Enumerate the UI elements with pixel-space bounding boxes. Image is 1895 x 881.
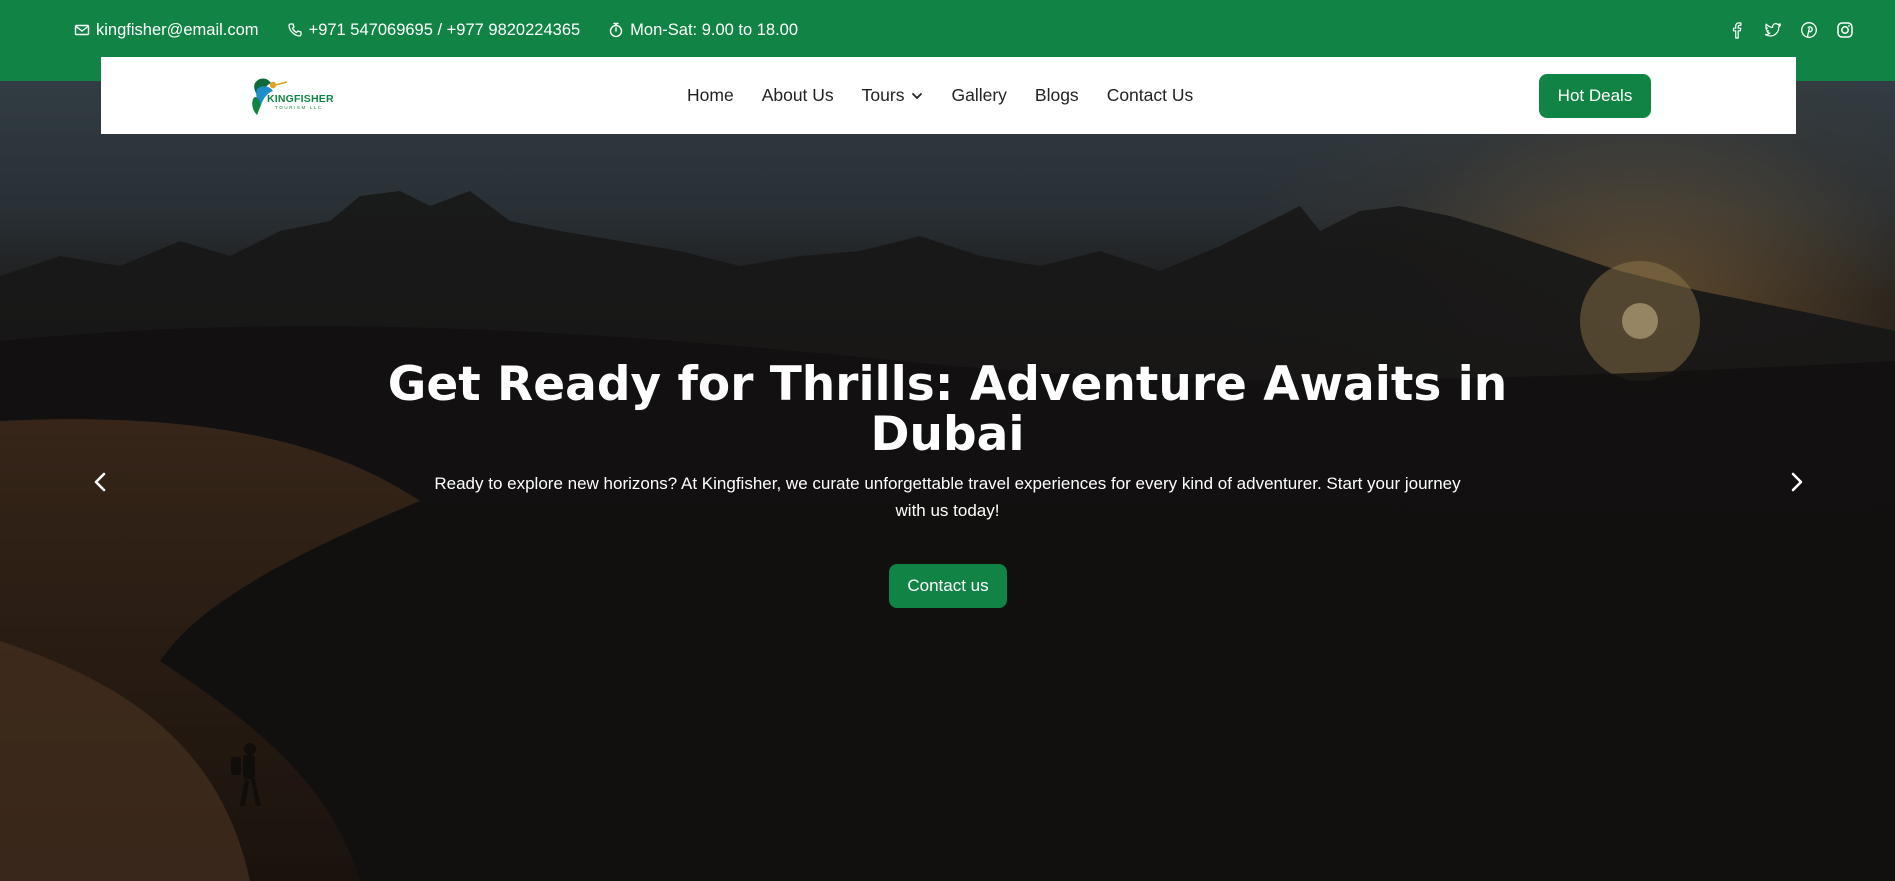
mail-icon — [74, 22, 90, 38]
hours-text: Mon-Sat: 9.00 to 18.00 — [630, 20, 799, 39]
hero-title: Get Ready for Thrills: Adventure Awaits … — [387, 357, 1508, 462]
main-header: KINGFISHER TOURISM LLC Home About Us Tou… — [101, 57, 1796, 134]
contact-us-button[interactable]: Contact us — [889, 564, 1007, 608]
social-links — [1711, 20, 1855, 40]
logo-tagline: TOURISM LLC — [275, 105, 323, 110]
kingfisher-logo[interactable]: KINGFISHER TOURISM LLC — [243, 71, 334, 119]
chevron-left-icon — [94, 472, 106, 492]
contact-info: kingfisher@email.com +971 547069695 / +9… — [74, 19, 826, 41]
hero-slider: Get Ready for Thrills: Adventure Awaits … — [0, 81, 1895, 881]
nav-contact-us[interactable]: Contact Us — [1107, 85, 1194, 106]
instagram-icon[interactable] — [1835, 20, 1855, 40]
logo-wordmark: KINGFISHER — [267, 93, 334, 105]
hours-info: Mon-Sat: 9.00 to 18.00 — [608, 21, 798, 40]
hero-subtitle: Ready to explore new horizons? At Kingfi… — [434, 474, 1461, 520]
facebook-icon[interactable] — [1727, 20, 1747, 40]
email-link[interactable]: kingfisher@email.com — [74, 21, 259, 40]
nav-gallery[interactable]: Gallery — [951, 85, 1006, 106]
chevron-down-icon — [911, 90, 923, 102]
phone-text: +971 547069695 / +977 9820224365 — [308, 20, 581, 39]
pinterest-icon[interactable] — [1799, 20, 1819, 40]
email-text: kingfisher@email.com — [96, 20, 259, 39]
nav-tours-label: Tours — [861, 85, 905, 105]
slider-next-button[interactable] — [1779, 465, 1813, 499]
chevron-right-icon — [1791, 472, 1803, 492]
stopwatch-icon — [608, 22, 624, 38]
main-nav: Home About Us Tours Gallery Blogs Contac… — [687, 57, 1221, 134]
nav-about-us[interactable]: About Us — [762, 85, 834, 106]
nav-blogs[interactable]: Blogs — [1035, 85, 1079, 106]
phone-link[interactable]: +971 547069695 / +977 9820224365 — [287, 20, 581, 40]
slider-prev-button[interactable] — [84, 465, 118, 499]
nav-tours[interactable]: Tours — [862, 85, 924, 106]
hot-deals-button[interactable]: Hot Deals — [1539, 74, 1651, 118]
twitter-icon[interactable] — [1763, 20, 1783, 40]
nav-home[interactable]: Home — [687, 85, 734, 106]
phone-icon — [287, 22, 303, 38]
